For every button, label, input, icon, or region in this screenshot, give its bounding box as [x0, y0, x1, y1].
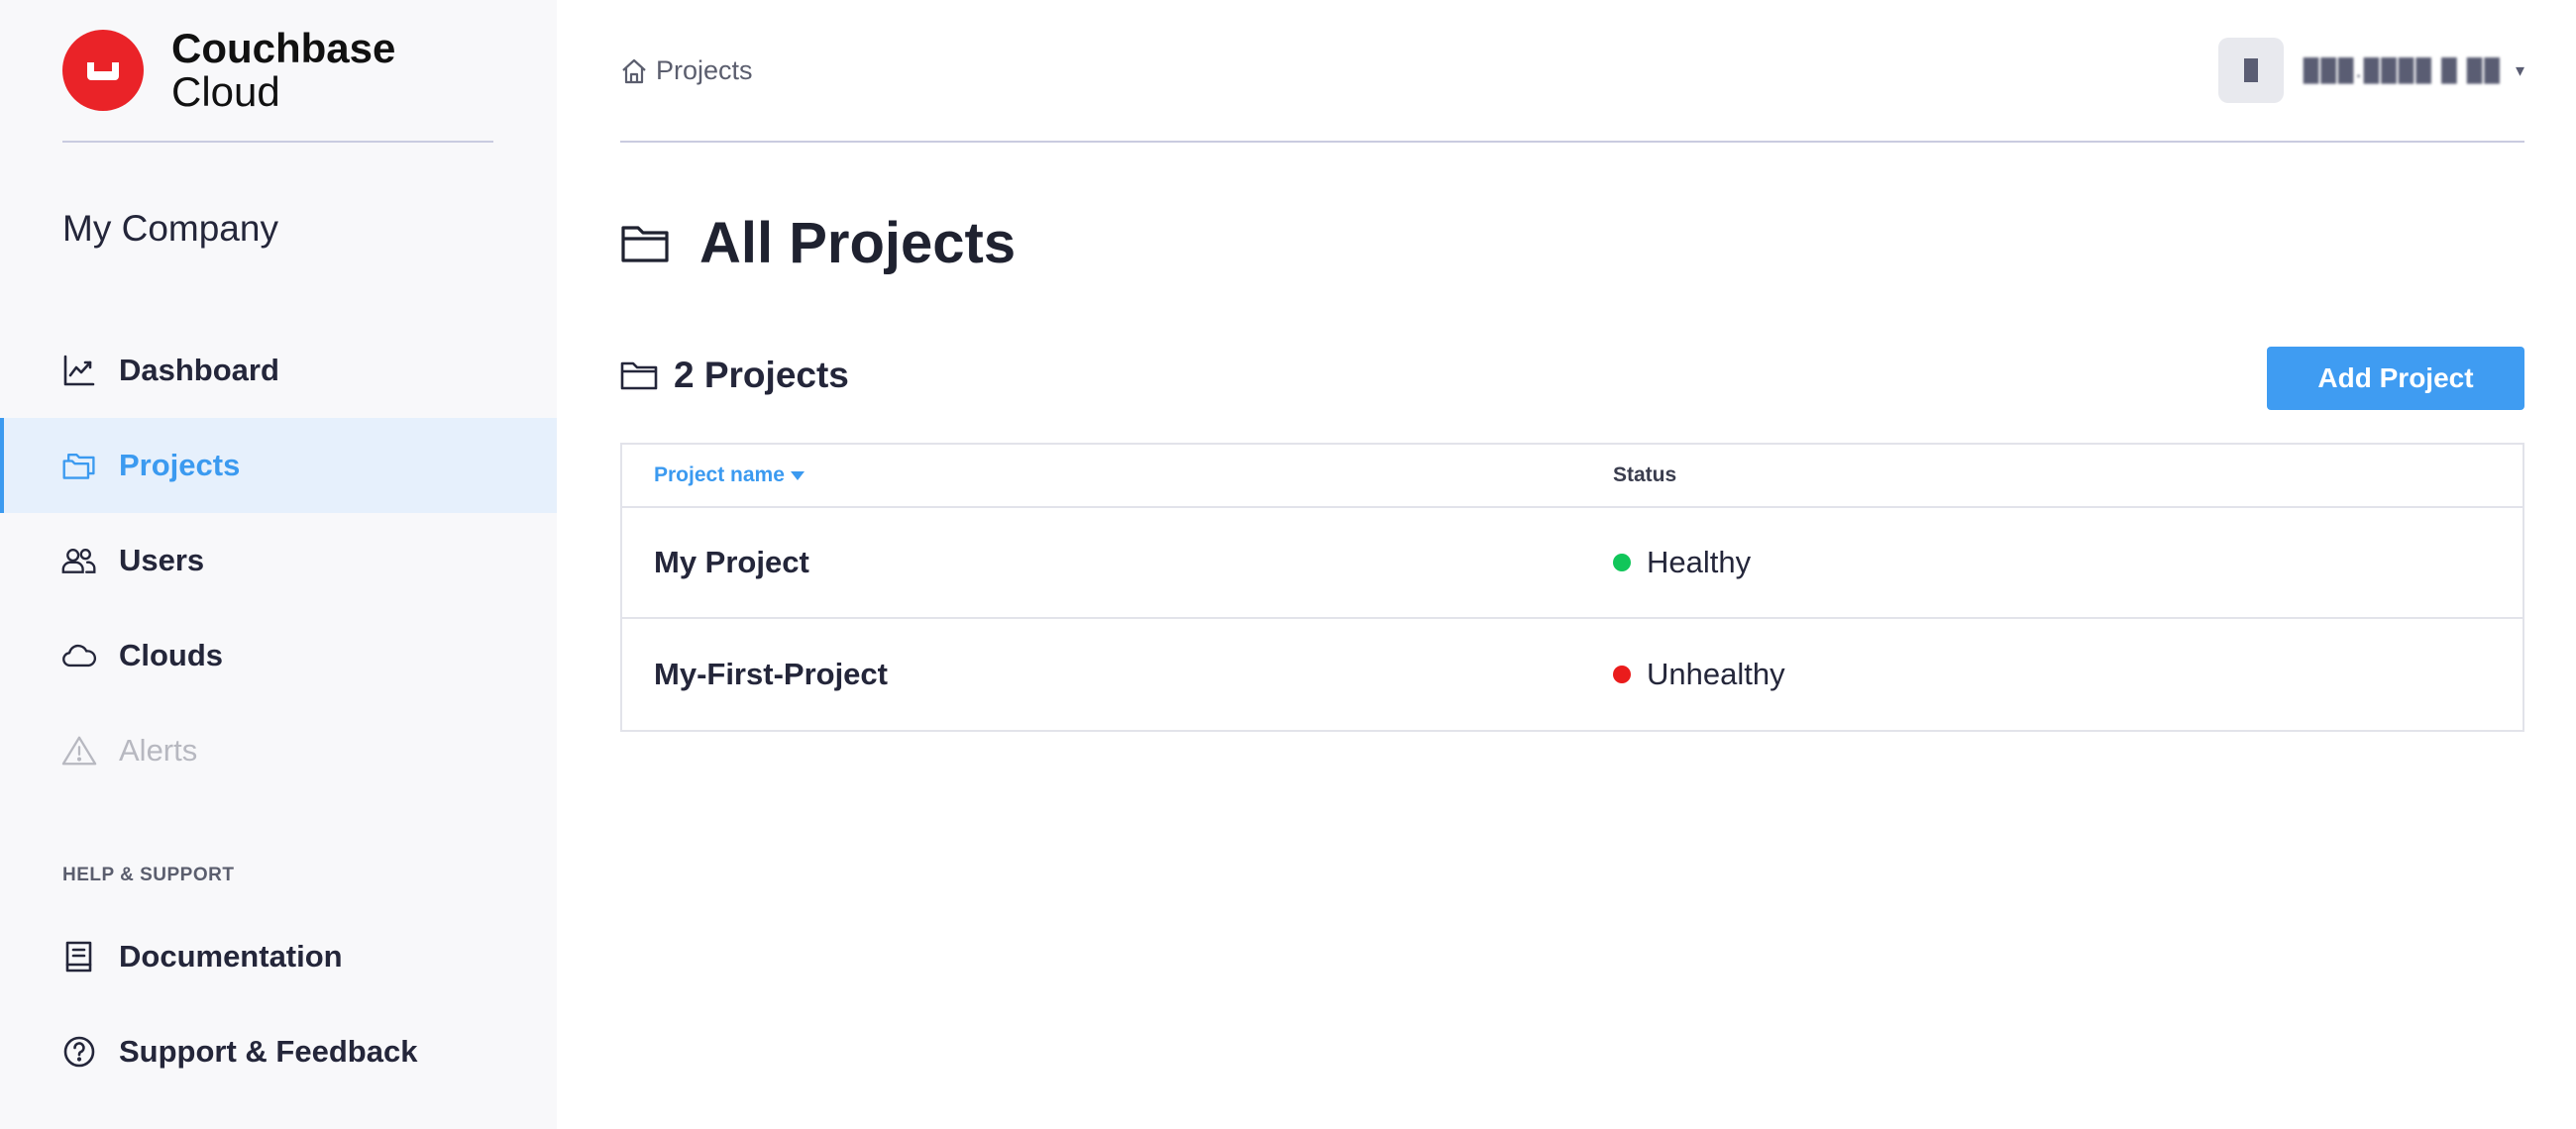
project-name-cell[interactable]: My-First-Project [622, 657, 1613, 692]
folder-icon [620, 223, 670, 264]
avatar[interactable] [2217, 38, 2284, 103]
breadcrumb-current: Projects [656, 55, 753, 85]
projects-table: Project name Status My Project Healthy M… [620, 443, 2524, 732]
sidebar-item-label: Documentation [119, 939, 343, 974]
sidebar-item-label: Alerts [119, 733, 198, 768]
home-icon[interactable] [620, 57, 648, 85]
project-name-cell[interactable]: My Project [622, 545, 1613, 580]
breadcrumb[interactable]: Projects [620, 55, 753, 86]
cloud-icon [61, 638, 97, 673]
sidebar-item-support-feedback[interactable]: Support & Feedback [0, 1004, 557, 1099]
table-row[interactable]: My-First-Project Unhealthy [622, 619, 2522, 730]
sidebar-item-label: Dashboard [119, 353, 279, 387]
warning-icon [61, 733, 97, 769]
main-content: Projects ███.████ █ ██ ▾ All Projects 2 … [557, 0, 2576, 1129]
couchbase-logo [62, 30, 144, 111]
sidebar: Couchbase Cloud My Company Dashboard Pro… [0, 0, 557, 1129]
book-icon [61, 939, 97, 975]
sidebar-item-projects[interactable]: Projects [0, 418, 557, 513]
projects-count: 2 Projects [674, 355, 849, 395]
page-title: All Projects [699, 211, 1017, 275]
folder-icon [620, 359, 658, 391]
folders-icon [61, 448, 97, 483]
brand[interactable]: Couchbase Cloud [62, 25, 396, 115]
table-row[interactable]: My Project Healthy [622, 508, 2522, 619]
sidebar-item-documentation[interactable]: Documentation [0, 909, 557, 1004]
sidebar-item-alerts: Alerts [0, 703, 557, 798]
user-name: ███.████ █ ██ [2303, 57, 2502, 82]
user-menu[interactable]: ███.████ █ ██ ▾ [2217, 38, 2524, 103]
sidebar-item-label: Clouds [119, 638, 224, 672]
header-divider [620, 141, 2524, 143]
brand-subname: Cloud [171, 68, 280, 115]
page-title-row: All Projects [620, 210, 1016, 276]
chevron-down-icon[interactable]: ▾ [2516, 60, 2524, 81]
brand-name: Couchbase [171, 25, 396, 71]
status-dot-icon [1613, 666, 1631, 683]
sidebar-item-label: Projects [119, 448, 241, 482]
company-name[interactable]: My Company [62, 208, 278, 250]
add-project-button[interactable]: Add Project [2267, 347, 2524, 410]
table-header: Project name Status [622, 445, 2522, 508]
column-header-project-name[interactable]: Project name [622, 463, 1613, 487]
sidebar-item-label: Users [119, 543, 205, 577]
sort-desc-icon [790, 470, 805, 480]
users-icon [61, 543, 97, 578]
status-label: Unhealthy [1647, 657, 1785, 691]
column-header-status[interactable]: Status [1613, 463, 1676, 487]
status-dot-icon [1613, 554, 1631, 571]
question-circle-icon [61, 1034, 97, 1070]
sidebar-item-clouds[interactable]: Clouds [0, 608, 557, 703]
projects-count-row: 2 Projects [620, 355, 849, 396]
sidebar-divider [62, 141, 493, 143]
chart-line-icon [61, 353, 97, 388]
help-support-heading: HELP & SUPPORT [62, 865, 235, 885]
column-header-label: Project name [654, 463, 785, 486]
sidebar-item-label: Support & Feedback [119, 1034, 418, 1069]
sidebar-item-dashboard[interactable]: Dashboard [0, 323, 557, 418]
status-cell: Unhealthy [1613, 657, 1785, 692]
status-cell: Healthy [1613, 545, 1751, 580]
sidebar-item-users[interactable]: Users [0, 513, 557, 608]
status-label: Healthy [1647, 545, 1752, 579]
